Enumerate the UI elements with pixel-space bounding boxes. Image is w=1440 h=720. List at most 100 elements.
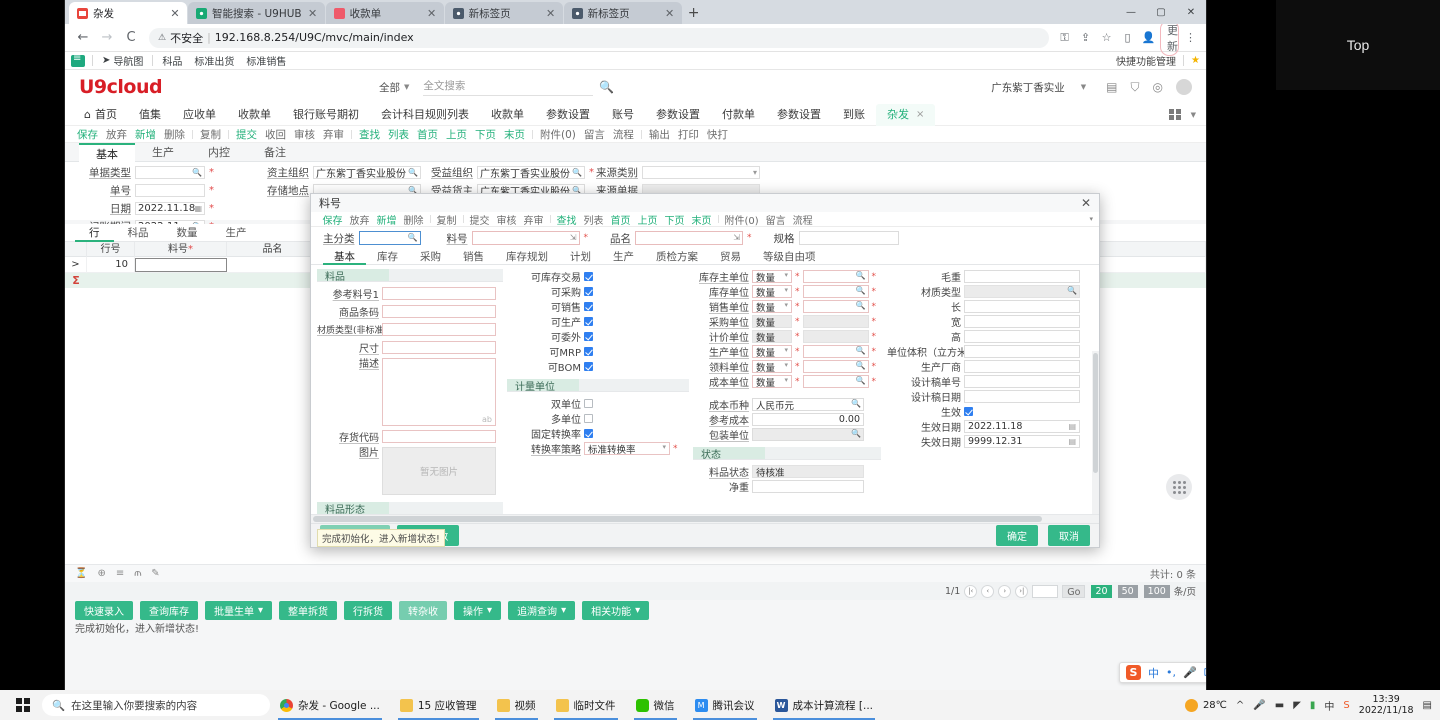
material-type-nonstd-input[interactable] [382,323,496,336]
stock-code-input[interactable] [382,430,496,443]
toolbar-main-16[interactable]: 下页 [471,127,500,142]
tab-close-icon[interactable]: ✕ [169,7,181,20]
maximize-button[interactable]: ▢ [1146,7,1176,18]
checkbox[interactable] [584,399,593,408]
org-selector[interactable]: 广东紫丁香实业 ▼ [991,80,1086,95]
mic-icon[interactable]: 🎤 [1183,666,1197,679]
dialog-tab-7[interactable]: 质检方案 [645,249,709,265]
weather-widget[interactable]: 28℃ [1184,698,1227,712]
checkbox[interactable] [584,332,593,341]
description-textarea[interactable]: ab [382,358,496,426]
back-button[interactable]: ← [71,30,95,45]
status-field-input[interactable]: 待核准 [752,465,864,479]
unit-value-input[interactable]: 🔍 [802,270,869,283]
tab-close-icon[interactable]: ✕ [545,7,557,20]
dialog-tab-6[interactable]: 生产 [602,249,645,265]
tab-close-icon[interactable]: ✕ [307,7,319,20]
grid-col-line-no[interactable]: 行号 [87,241,135,257]
module-9[interactable]: 参数设置 [645,104,711,126]
page-size-20[interactable]: 20 [1091,584,1112,598]
date-input[interactable]: 9999.12.31 ▤ [964,435,1080,448]
unit-kind-select[interactable]: 数量 ▾ [752,345,792,359]
goto-page-input[interactable] [1032,584,1059,598]
unit-value-input[interactable]: 🔍 [802,360,869,373]
checkbox[interactable] [584,362,593,371]
filter-icon[interactable]: ⏳ [75,568,87,579]
checkbox[interactable] [584,287,593,296]
toolbar-main-17[interactable]: 末页 [500,127,529,142]
doc-type-input[interactable]: 🔍 [135,166,205,179]
checkbox[interactable] [584,429,593,438]
unit-value-input[interactable]: 🔍 [802,345,869,358]
search-icon[interactable]: 🔍 [599,80,614,94]
toolbar-main-8[interactable]: 收回 [261,127,290,142]
browser-tab-1[interactable]: 智能搜索 - U9HUB ✕ [188,2,325,24]
grid-col-part-name[interactable]: 品名 [227,241,319,257]
toolbar-modal-14[interactable]: 上页 [634,212,661,227]
browser-menu-icon[interactable]: ⋮ [1181,31,1200,44]
update-button[interactable]: 更新 [1160,19,1179,56]
browser-tab-0[interactable]: 杂发 ✕ [69,2,187,24]
taskbar-app-folder-2[interactable]: 视频 [487,690,546,720]
unit-value-input[interactable]: 🔍 [802,300,869,313]
taskbar-app-tencent-meeting[interactable]: M 腾讯会议 [685,690,765,720]
module-active-zafa[interactable]: 杂发 × [875,103,936,126]
new-tab-button[interactable]: + [683,2,705,24]
dialog-tab-8[interactable]: 贸易 [709,249,752,265]
next-page-button[interactable]: › [998,584,1012,598]
toolbar-main-15[interactable]: 上页 [442,127,471,142]
toolbar-main-2[interactable]: 新增 [131,127,160,142]
floating-action-dots-icon[interactable] [1166,474,1192,500]
dialog-tab-9[interactable]: 等级自由项 [752,249,827,265]
url-bar[interactable]: ⚠ 不安全 | 192.168.8.254/U9C/mvc/main/index [149,27,1049,48]
taskbar-app-folder-3[interactable]: 临时文件 [546,690,626,720]
toolbar-main-0[interactable]: 保存 [73,127,102,142]
action-button-8[interactable]: 相关功能 ▾ [582,600,650,620]
dimension-input[interactable] [964,300,1080,313]
doc-tab-remarks[interactable]: 备注 [247,143,303,162]
toolbar-modal-9[interactable]: 弃审 [520,212,547,227]
action-button-0[interactable]: 快速录入 [75,600,133,620]
tab-close-icon[interactable]: ✕ [664,7,676,20]
taskbar-app-chrome[interactable]: 杂发 - Google ... [270,690,390,720]
dialog-vertical-scrollbar[interactable] [1092,351,1099,514]
page-size-50[interactable]: 50 [1117,584,1138,598]
dimension-input[interactable] [964,315,1080,328]
ime-mode-label[interactable]: 中 [1148,665,1159,681]
barcode-input[interactable] [382,305,496,318]
green-icon[interactable]: ▮ [1310,700,1316,711]
toolbar-main-24[interactable]: 打印 [674,127,703,142]
dialog-tab-2[interactable]: 采购 [409,249,452,265]
toolbar-main-23[interactable]: 输出 [645,127,674,142]
unit-value-input[interactable] [802,330,869,343]
battery-icon[interactable]: ▬ [1275,700,1284,711]
toolbar-modal-13[interactable]: 首页 [607,212,634,227]
action-button-4[interactable]: 行拆货 [344,600,393,620]
taskbar-app-folder-1[interactable]: 15 应收管理 [390,690,487,720]
toolbar-modal-2[interactable]: 新增 [373,212,400,227]
ime-icon[interactable]: 中 [1324,698,1334,713]
doc-no-input[interactable] [135,184,205,197]
picture-placeholder[interactable]: 暂无图片 [382,447,496,495]
unit-kind-select[interactable]: 数量 ▾ [752,375,792,389]
lookup-icon[interactable]: 🔍 [856,271,866,280]
bookmarks-menu-icon[interactable] [71,53,85,67]
toolbar-overflow-icon[interactable]: ▾ [1089,215,1099,223]
lookup-icon[interactable]: 🔍 [192,168,202,177]
grid-tab-material[interactable]: 科品 [114,224,163,242]
cost-field-input[interactable]: 人民币元 🔍 [752,398,864,412]
module-4[interactable]: 银行账号期初 [282,104,370,126]
toolbar-main-13[interactable]: 列表 [384,127,413,142]
date-input[interactable]: 2022.11.18 ▤ [964,420,1080,433]
module-3[interactable]: 收款单 [227,104,282,126]
unit-kind-select[interactable]: 数量 ▾ [752,300,792,314]
confirm-button[interactable]: 确定 [996,525,1038,546]
dialog-tab-1[interactable]: 库存 [366,249,409,265]
module-8[interactable]: 账号 [601,104,645,126]
toolbar-main-7[interactable]: 提交 [232,127,261,142]
dialog-tab-5[interactable]: 计划 [559,249,602,265]
last-page-button[interactable]: ›| [1015,584,1029,598]
dimension-input[interactable] [964,345,1080,358]
dimension-input[interactable] [964,390,1080,403]
taskbar-clock[interactable]: 13:39 2022/11/18 [1359,694,1414,717]
